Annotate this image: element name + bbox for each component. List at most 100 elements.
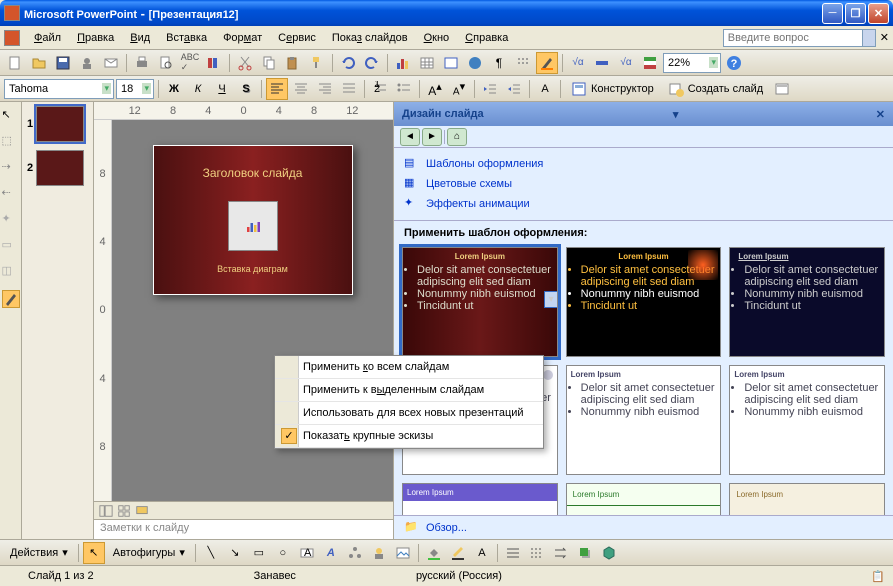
task-pane-close-button[interactable]: ✕	[876, 108, 885, 121]
insert-chart-button[interactable]	[392, 52, 414, 74]
select-tool[interactable]: ↖	[83, 542, 105, 564]
copy-button[interactable]	[258, 52, 280, 74]
menu-view[interactable]: Вид	[122, 30, 158, 46]
arrow-style-tool[interactable]	[550, 542, 572, 564]
slide-thumb-1[interactable]	[36, 106, 84, 142]
ctx-apply-selected[interactable]: Применить к выделенным слайдам	[275, 379, 543, 402]
ctx-apply-all[interactable]: Применить ко всем слайдам	[275, 356, 543, 379]
clipart-tool[interactable]	[368, 542, 390, 564]
cut-button[interactable]	[234, 52, 256, 74]
insert-table-button[interactable]	[416, 52, 438, 74]
new-slide-button[interactable]: Создать слайд	[662, 78, 769, 100]
template-green[interactable]: Lorem Ipsum	[566, 483, 722, 515]
color-button[interactable]	[536, 52, 558, 74]
actions-menu[interactable]: Действия ▾	[4, 542, 74, 564]
format-painter-button[interactable]	[306, 52, 328, 74]
template-white2[interactable]: Lorem Ipsum Delor sit amet consectetuer …	[729, 365, 885, 475]
formula1-button[interactable]: √α	[567, 52, 589, 74]
line-color-tool[interactable]	[447, 542, 469, 564]
designer-button[interactable]: Конструктор	[565, 78, 660, 100]
normal-view-button[interactable]	[98, 504, 114, 518]
menu-help[interactable]: Справка	[457, 30, 516, 46]
sorter-view-button[interactable]	[116, 504, 132, 518]
line-style-tool[interactable]	[502, 542, 524, 564]
tool-2[interactable]: ⬚	[2, 134, 20, 152]
browse-link[interactable]: Обзор...	[426, 522, 467, 534]
dash-style-tool[interactable]	[526, 542, 548, 564]
permission-button[interactable]	[76, 52, 98, 74]
show-grid-button[interactable]	[512, 52, 534, 74]
print-button[interactable]	[131, 52, 153, 74]
menu-format[interactable]: Формат	[215, 30, 270, 46]
link-animation[interactable]: ✦Эффекты анимации	[404, 194, 883, 214]
new-button[interactable]	[4, 52, 26, 74]
nav-home-button[interactable]: ⌂	[447, 128, 467, 146]
zoom-combo[interactable]: 22%	[663, 53, 721, 73]
template-darkblue[interactable]: Lorem Ipsum Delor sit amet consectetuer …	[729, 247, 885, 357]
numbering-button[interactable]: 12	[369, 78, 391, 100]
menu-edit[interactable]: Правка	[69, 30, 122, 46]
slide-thumb-2[interactable]	[36, 150, 84, 186]
diagram-tool[interactable]	[344, 542, 366, 564]
minimize-button[interactable]: ─	[822, 3, 843, 24]
bold-button[interactable]: Ж	[163, 78, 185, 100]
layout-button[interactable]	[771, 78, 793, 100]
preview-button[interactable]	[155, 52, 177, 74]
tool-6[interactable]: ▭	[2, 238, 20, 256]
help-search-input[interactable]	[723, 29, 863, 47]
template-fireworks[interactable]: Lorem Ipsum Delor sit amet consectetuer …	[566, 247, 722, 357]
menu-tools[interactable]: Сервис	[270, 30, 324, 46]
underline-button[interactable]: Ч	[211, 78, 233, 100]
formula3-button[interactable]: √α	[615, 52, 637, 74]
oval-tool[interactable]: ○	[272, 542, 294, 564]
expand-all-button[interactable]: ¶	[488, 52, 510, 74]
thumb-row[interactable]: 2	[24, 150, 91, 186]
tool-highlighted[interactable]	[2, 290, 20, 308]
insert-hyperlink-button[interactable]	[464, 52, 486, 74]
thumb-row[interactable]: 1	[24, 106, 91, 142]
wordart-tool[interactable]: A	[320, 542, 342, 564]
open-button[interactable]	[28, 52, 50, 74]
research-button[interactable]	[203, 52, 225, 74]
template-curtain[interactable]: Lorem Ipsum Delor sit amet consectetuer …	[402, 247, 558, 357]
slide-title-placeholder[interactable]: Заголовок слайда	[154, 166, 352, 180]
increase-indent-button[interactable]	[503, 78, 525, 100]
italic-button[interactable]: К	[187, 78, 209, 100]
tables-borders-button[interactable]	[440, 52, 462, 74]
template-white[interactable]: Lorem Ipsum Delor sit amet consectetuer …	[566, 365, 722, 475]
bullets-button[interactable]	[393, 78, 415, 100]
shadow-button[interactable]: S	[235, 78, 257, 100]
decrease-font-button[interactable]: A▾	[448, 78, 470, 100]
formula2-button[interactable]	[591, 52, 613, 74]
tool-3[interactable]: ⇢	[2, 160, 20, 178]
picture-tool[interactable]	[392, 542, 414, 564]
link-templates[interactable]: ▤Шаблоны оформления	[404, 154, 883, 174]
arrow-tool[interactable]: ↘	[224, 542, 246, 564]
arrow-tool[interactable]: ↖	[2, 108, 20, 126]
increase-font-button[interactable]: A▴	[424, 78, 446, 100]
maximize-button[interactable]: ❐	[845, 3, 866, 24]
paste-button[interactable]	[282, 52, 304, 74]
ctx-large-thumbs[interactable]: Показать крупные эскизы	[275, 425, 543, 448]
help-button[interactable]: ?	[723, 52, 745, 74]
template-tan[interactable]: Lorem Ipsum	[729, 483, 885, 515]
menu-file[interactable]: Файл	[26, 30, 69, 46]
textbox-tool[interactable]: A	[296, 542, 318, 564]
distribute-button[interactable]	[338, 78, 360, 100]
menu-insert[interactable]: Вставка	[158, 30, 215, 46]
doc-close-button[interactable]: ✕	[880, 31, 889, 44]
fill-color-tool[interactable]	[423, 542, 445, 564]
tool-4[interactable]: ⇠	[2, 186, 20, 204]
spellcheck-button[interactable]: ABC✓	[179, 52, 201, 74]
undo-button[interactable]	[337, 52, 359, 74]
3d-tool[interactable]	[598, 542, 620, 564]
nav-back-button[interactable]: ◄	[400, 128, 420, 146]
flag-button[interactable]	[639, 52, 661, 74]
font-combo[interactable]: Tahoma	[4, 79, 114, 99]
help-dropdown[interactable]	[863, 29, 876, 47]
align-center-button[interactable]	[290, 78, 312, 100]
decrease-indent-button[interactable]	[479, 78, 501, 100]
font-size-combo[interactable]: 18	[116, 79, 154, 99]
chart-placeholder-icon[interactable]	[228, 201, 278, 251]
app-menu-icon[interactable]	[4, 30, 20, 46]
